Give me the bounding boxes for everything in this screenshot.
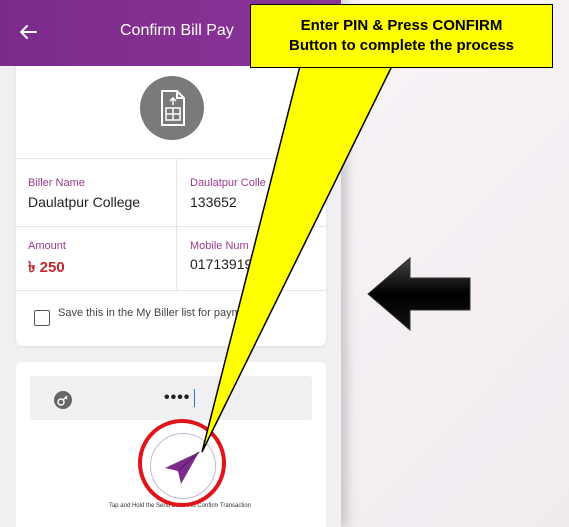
key-icon bbox=[54, 391, 72, 409]
text-cursor bbox=[194, 389, 195, 407]
pin-value: •••• bbox=[164, 389, 191, 406]
callout-line-1: Enter PIN & Press CONFIRM bbox=[300, 17, 503, 34]
biller-name-label: Biller Name bbox=[28, 177, 85, 189]
annotation-callout: Enter PIN & Press CONFIRM Button to comp… bbox=[250, 4, 553, 68]
divider bbox=[16, 158, 326, 159]
callout-line-2: Button to complete the process bbox=[288, 37, 515, 54]
divider bbox=[176, 158, 177, 290]
biller-id-label: Daulatpur Colle bbox=[190, 177, 266, 189]
divider bbox=[16, 290, 326, 291]
mobile-number-label: Mobile Num bbox=[190, 240, 249, 252]
biller-name-value: Daulatpur College bbox=[28, 194, 141, 210]
amount-value: ৳ 250 bbox=[28, 259, 65, 276]
amount-label: Amount bbox=[28, 240, 66, 252]
left-arrow-icon bbox=[367, 256, 471, 332]
save-biller-label: Save this in the My Biller list for paym… bbox=[58, 307, 265, 319]
bill-details-card: Biller Name Daulatpur College Daulatpur … bbox=[16, 66, 326, 346]
back-arrow-icon[interactable] bbox=[14, 18, 42, 46]
highlight-circle bbox=[138, 419, 226, 507]
divider bbox=[16, 226, 326, 227]
page-title: Confirm Bill Pay bbox=[120, 22, 234, 39]
save-biller-checkbox[interactable] bbox=[34, 310, 50, 326]
bill-document-icon bbox=[140, 76, 204, 140]
mobile-number-value: 01713919 bbox=[190, 256, 253, 272]
biller-id-value: 133652 bbox=[190, 194, 237, 210]
